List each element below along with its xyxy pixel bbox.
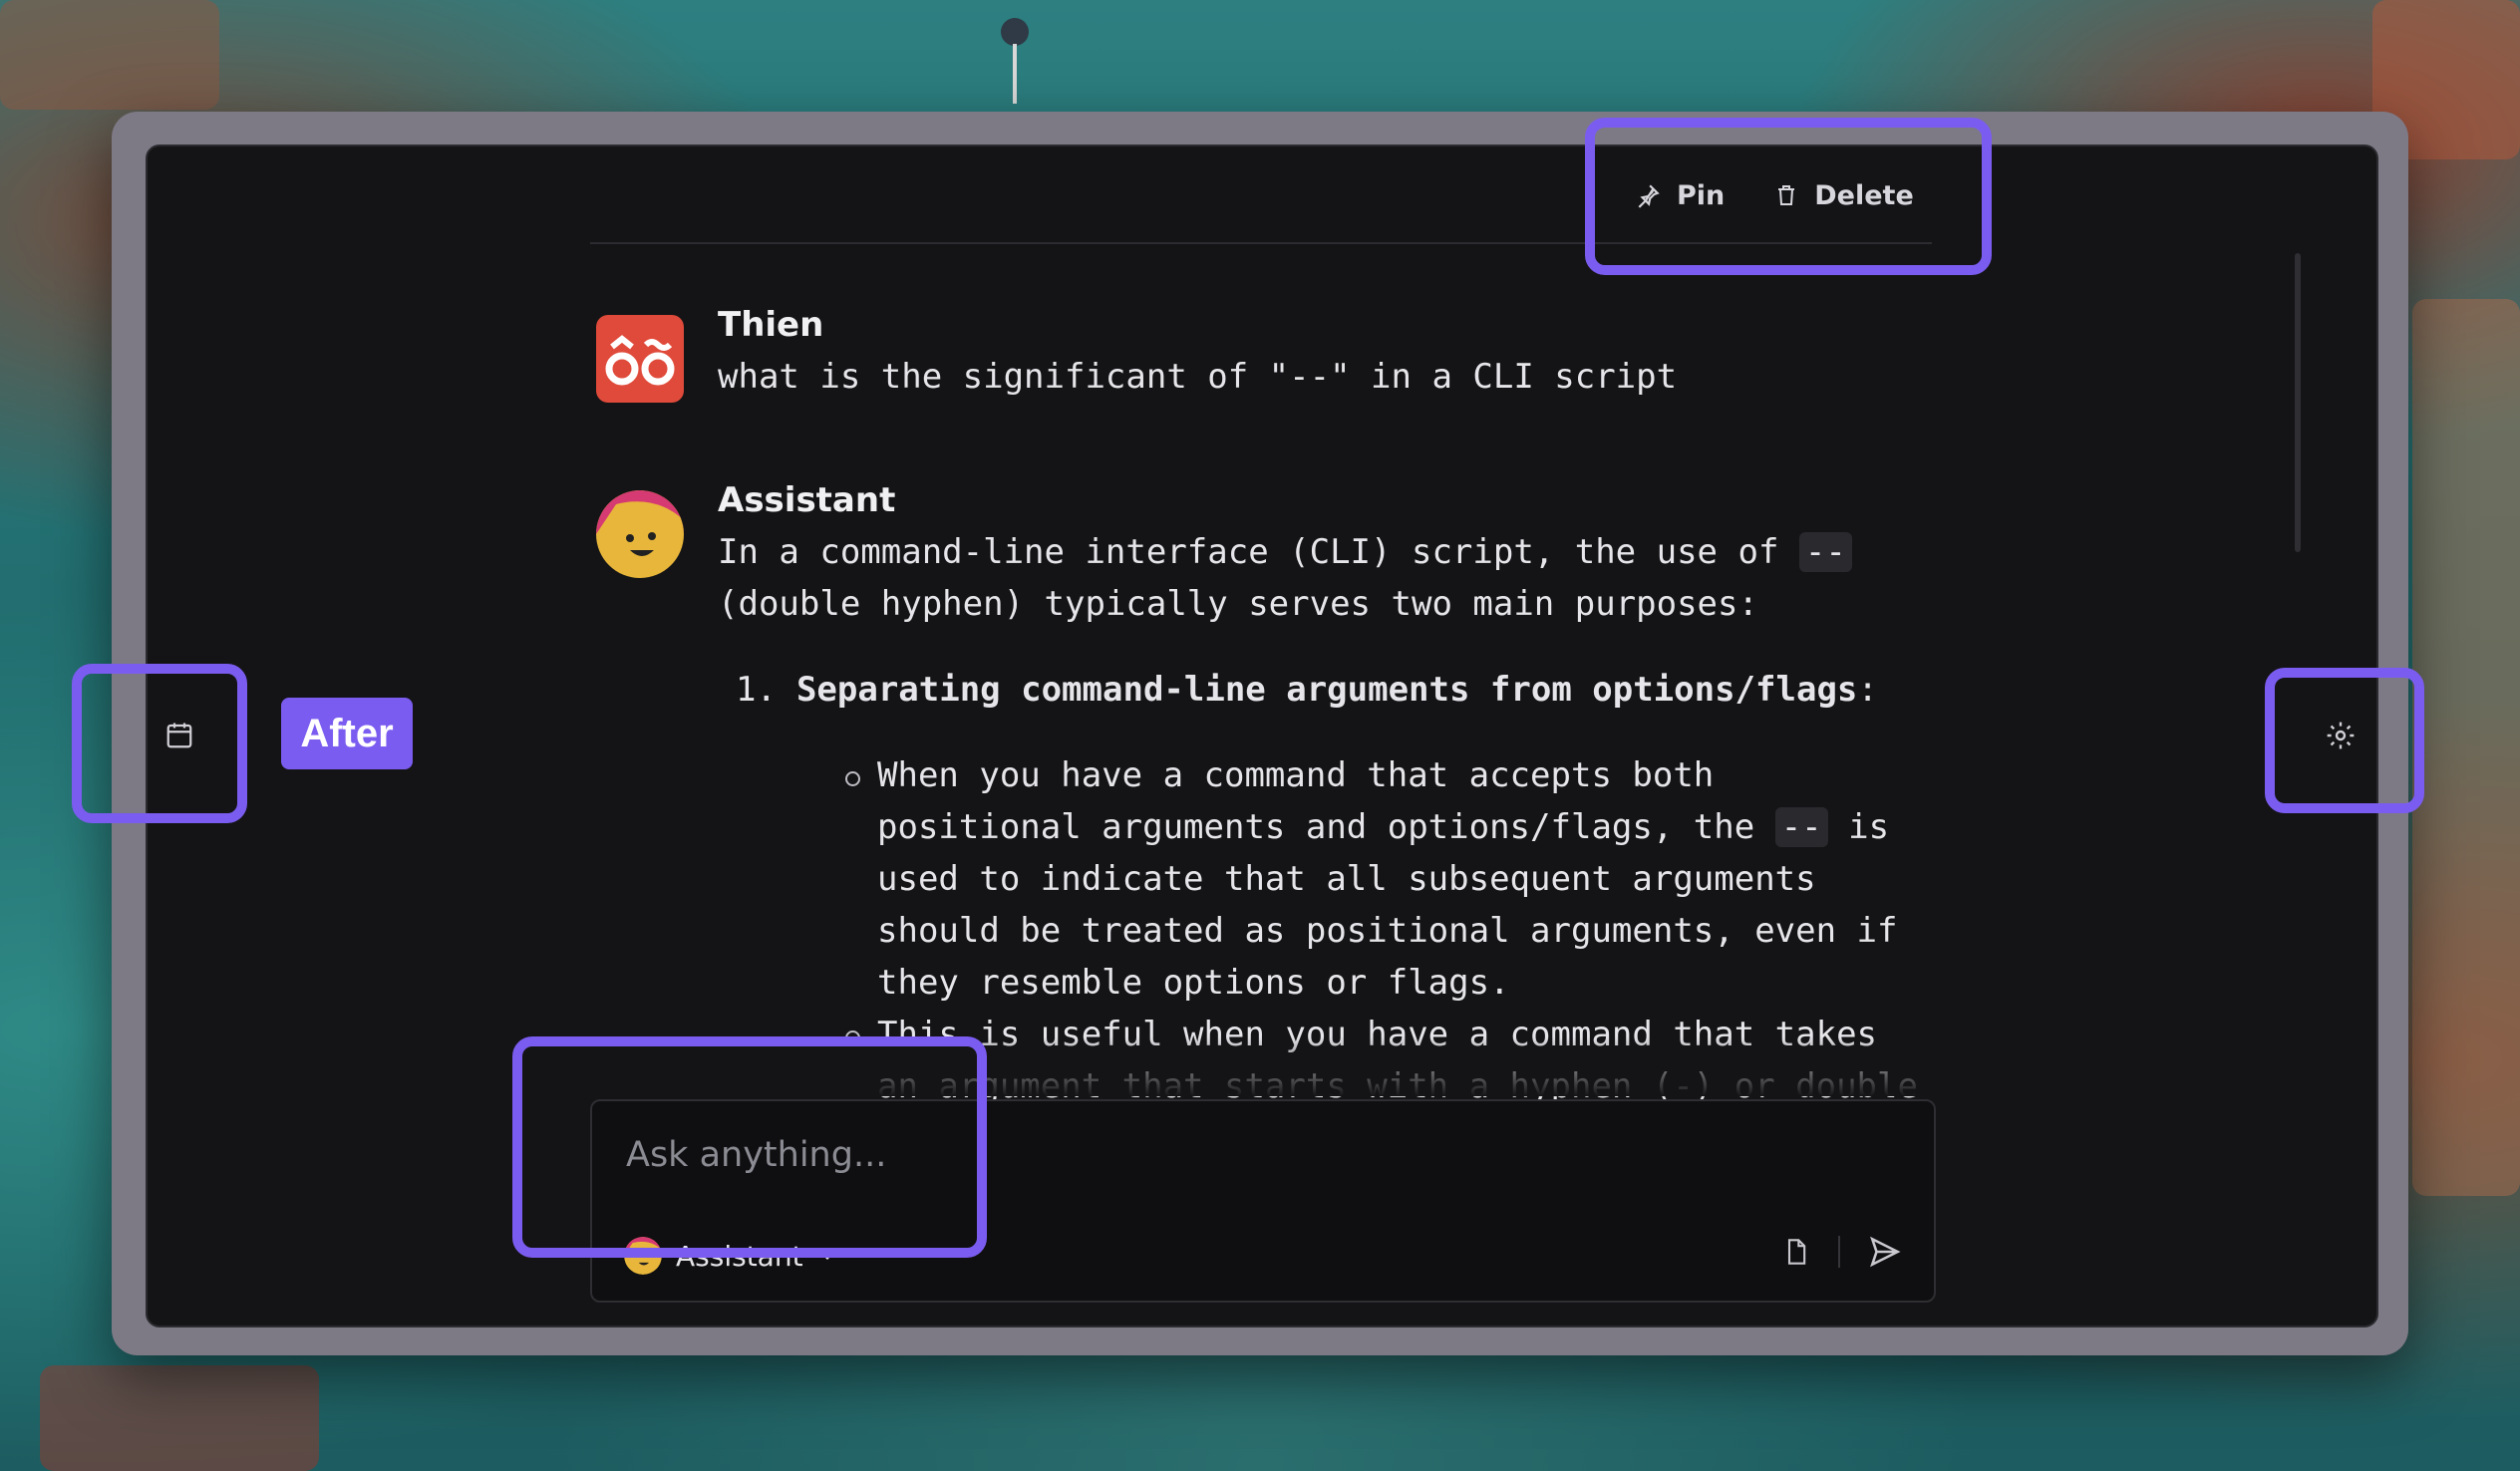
- list-number: 1.: [736, 670, 777, 710]
- message-text: what is the significant of "--" in a CLI…: [718, 357, 1678, 397]
- decor-pin-head: [1001, 18, 1029, 46]
- list-item: 1. Separating command-line arguments fro…: [718, 664, 1932, 716]
- message-user: Thien what is the significant of "--" in…: [596, 299, 1932, 403]
- send-icon[interactable]: [1868, 1235, 1902, 1269]
- scrollbar[interactable]: [2295, 253, 2301, 552]
- list-title: Separating command-line arguments from o…: [795, 670, 1858, 710]
- inline-code: --: [1774, 807, 1828, 847]
- face-icon: [605, 335, 675, 386]
- decor-pin-stem: [1013, 44, 1017, 104]
- intro-text: In a command-line interface (CLI) script…: [718, 532, 1779, 572]
- message-author: Assistant: [718, 480, 896, 520]
- highlight-top-actions: [1585, 118, 1992, 275]
- assistant-face-icon: [596, 490, 684, 556]
- message-assistant: Assistant In a command-line interface (C…: [596, 474, 1932, 1112]
- assistant-avatar: [596, 490, 684, 578]
- message-list: Thien what is the significant of "--" in…: [596, 299, 1932, 1112]
- intro-text-2: (double hyphen) typically serves two mai…: [718, 584, 1758, 624]
- bg-roof-bottom: [40, 1365, 319, 1471]
- file-icon[interactable]: [1782, 1237, 1810, 1267]
- message-text: In a command-line interface (CLI) script…: [718, 526, 1932, 630]
- bg-roof-left: [0, 0, 219, 110]
- sub-list-item: When you have a command that accepts bot…: [845, 749, 1932, 1009]
- bg-house-right: [2412, 299, 2520, 1196]
- highlight-left-icon: [72, 664, 247, 823]
- divider: [1838, 1236, 1840, 1268]
- message-author: Thien: [718, 305, 824, 345]
- inline-code: --: [1798, 532, 1852, 572]
- after-badge: After: [281, 698, 413, 769]
- user-avatar: [596, 315, 684, 403]
- composer-actions: [1782, 1235, 1902, 1269]
- highlight-input: [512, 1036, 987, 1258]
- bullet-text: When you have a command that accepts bot…: [877, 755, 1755, 847]
- highlight-right-icon: [2265, 668, 2424, 813]
- list-colon: :: [1857, 670, 1878, 710]
